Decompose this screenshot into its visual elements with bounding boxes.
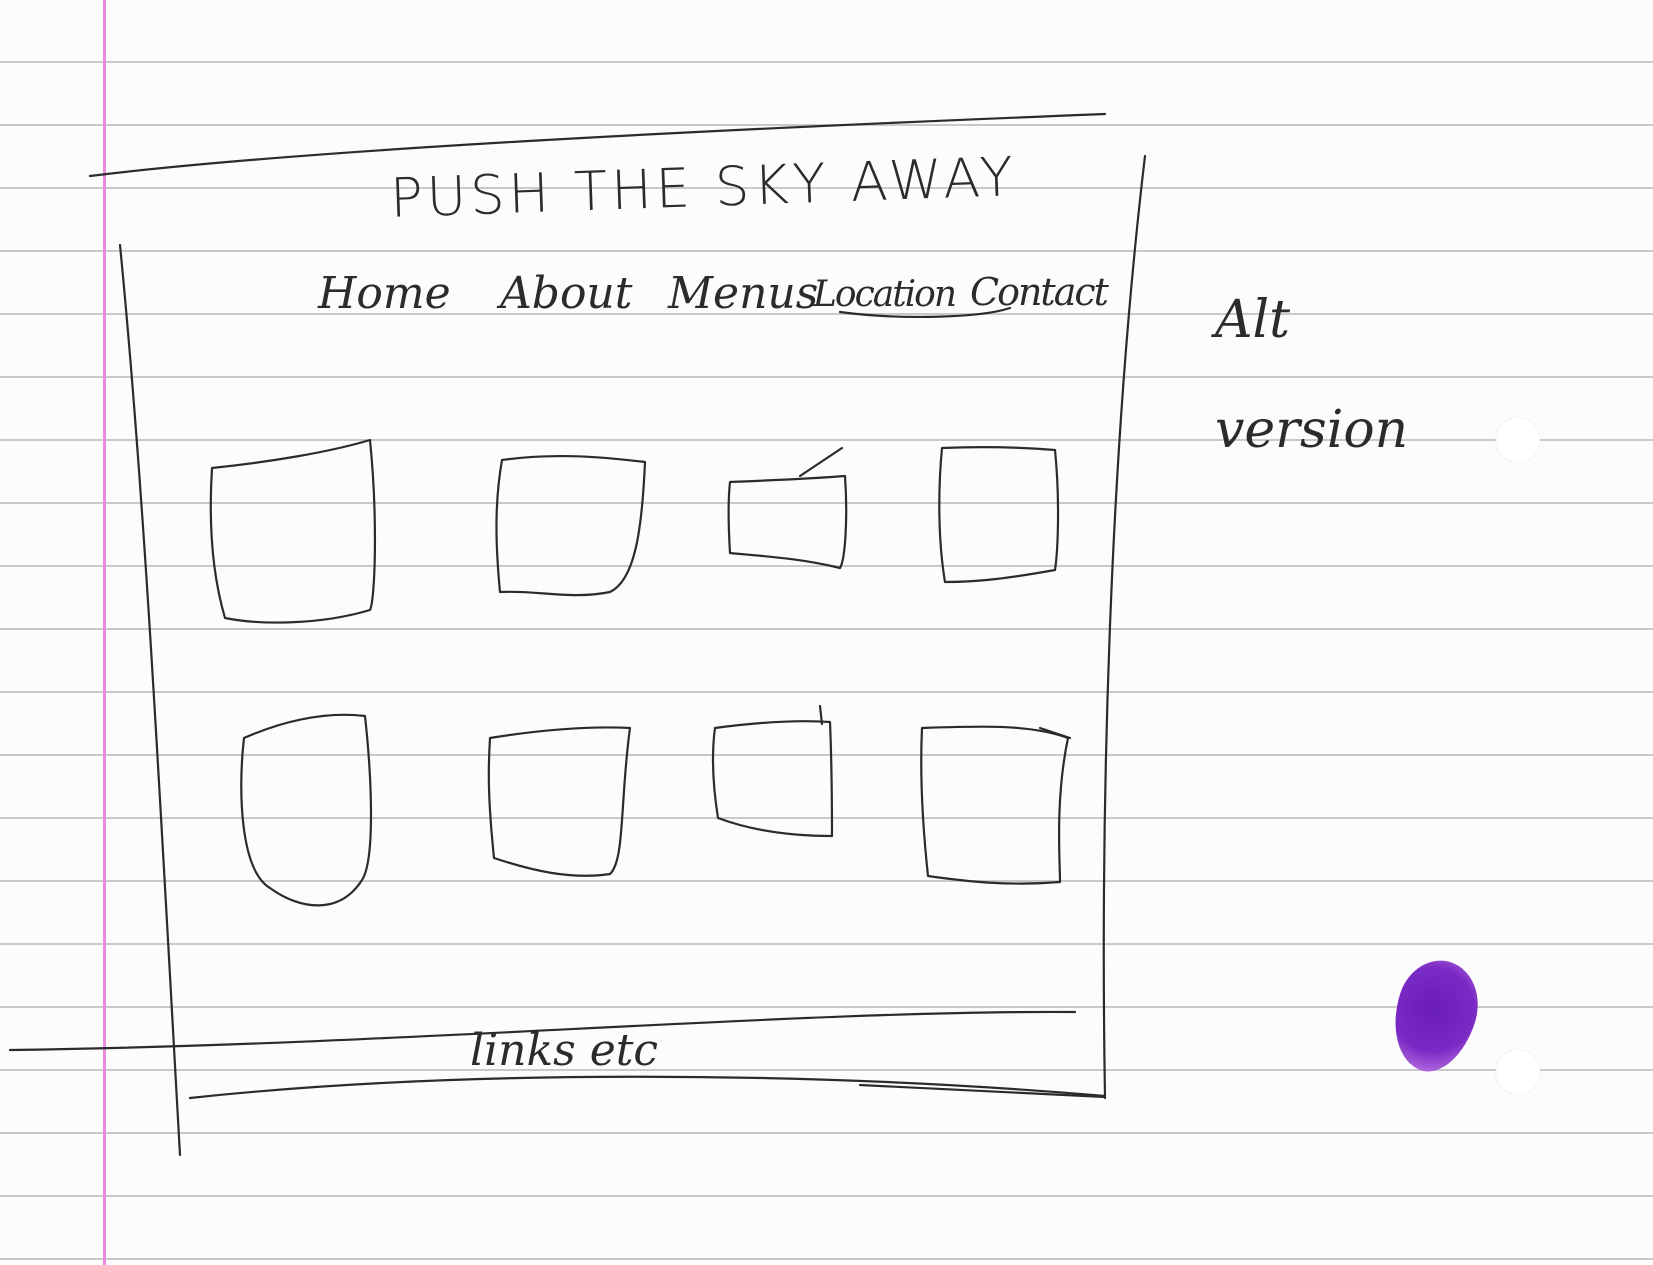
nav-item-about: About xyxy=(500,268,633,319)
tile xyxy=(920,725,1070,885)
frame-right-edge xyxy=(1102,154,1147,1100)
nav-item-location: Location xyxy=(813,274,957,315)
tile xyxy=(711,720,834,838)
footer-bottom-line xyxy=(188,1075,1107,1100)
tile xyxy=(487,726,632,877)
nav-item-home: Home xyxy=(318,268,451,319)
nav-item-menus: Menus xyxy=(668,268,819,319)
tile xyxy=(727,474,848,570)
side-note-line-2: version xyxy=(1215,400,1409,460)
tile xyxy=(209,438,377,624)
tile-corner-mark xyxy=(1038,726,1072,740)
side-note-line-1: Alt xyxy=(1215,290,1291,350)
tile xyxy=(495,454,647,597)
tile xyxy=(938,446,1060,584)
nav-item-contact: Contact xyxy=(970,270,1109,314)
frame-left-edge xyxy=(118,243,182,1157)
tile-corner-mark xyxy=(798,446,844,478)
tile xyxy=(240,713,373,907)
footer-label: links etc xyxy=(470,1025,659,1076)
